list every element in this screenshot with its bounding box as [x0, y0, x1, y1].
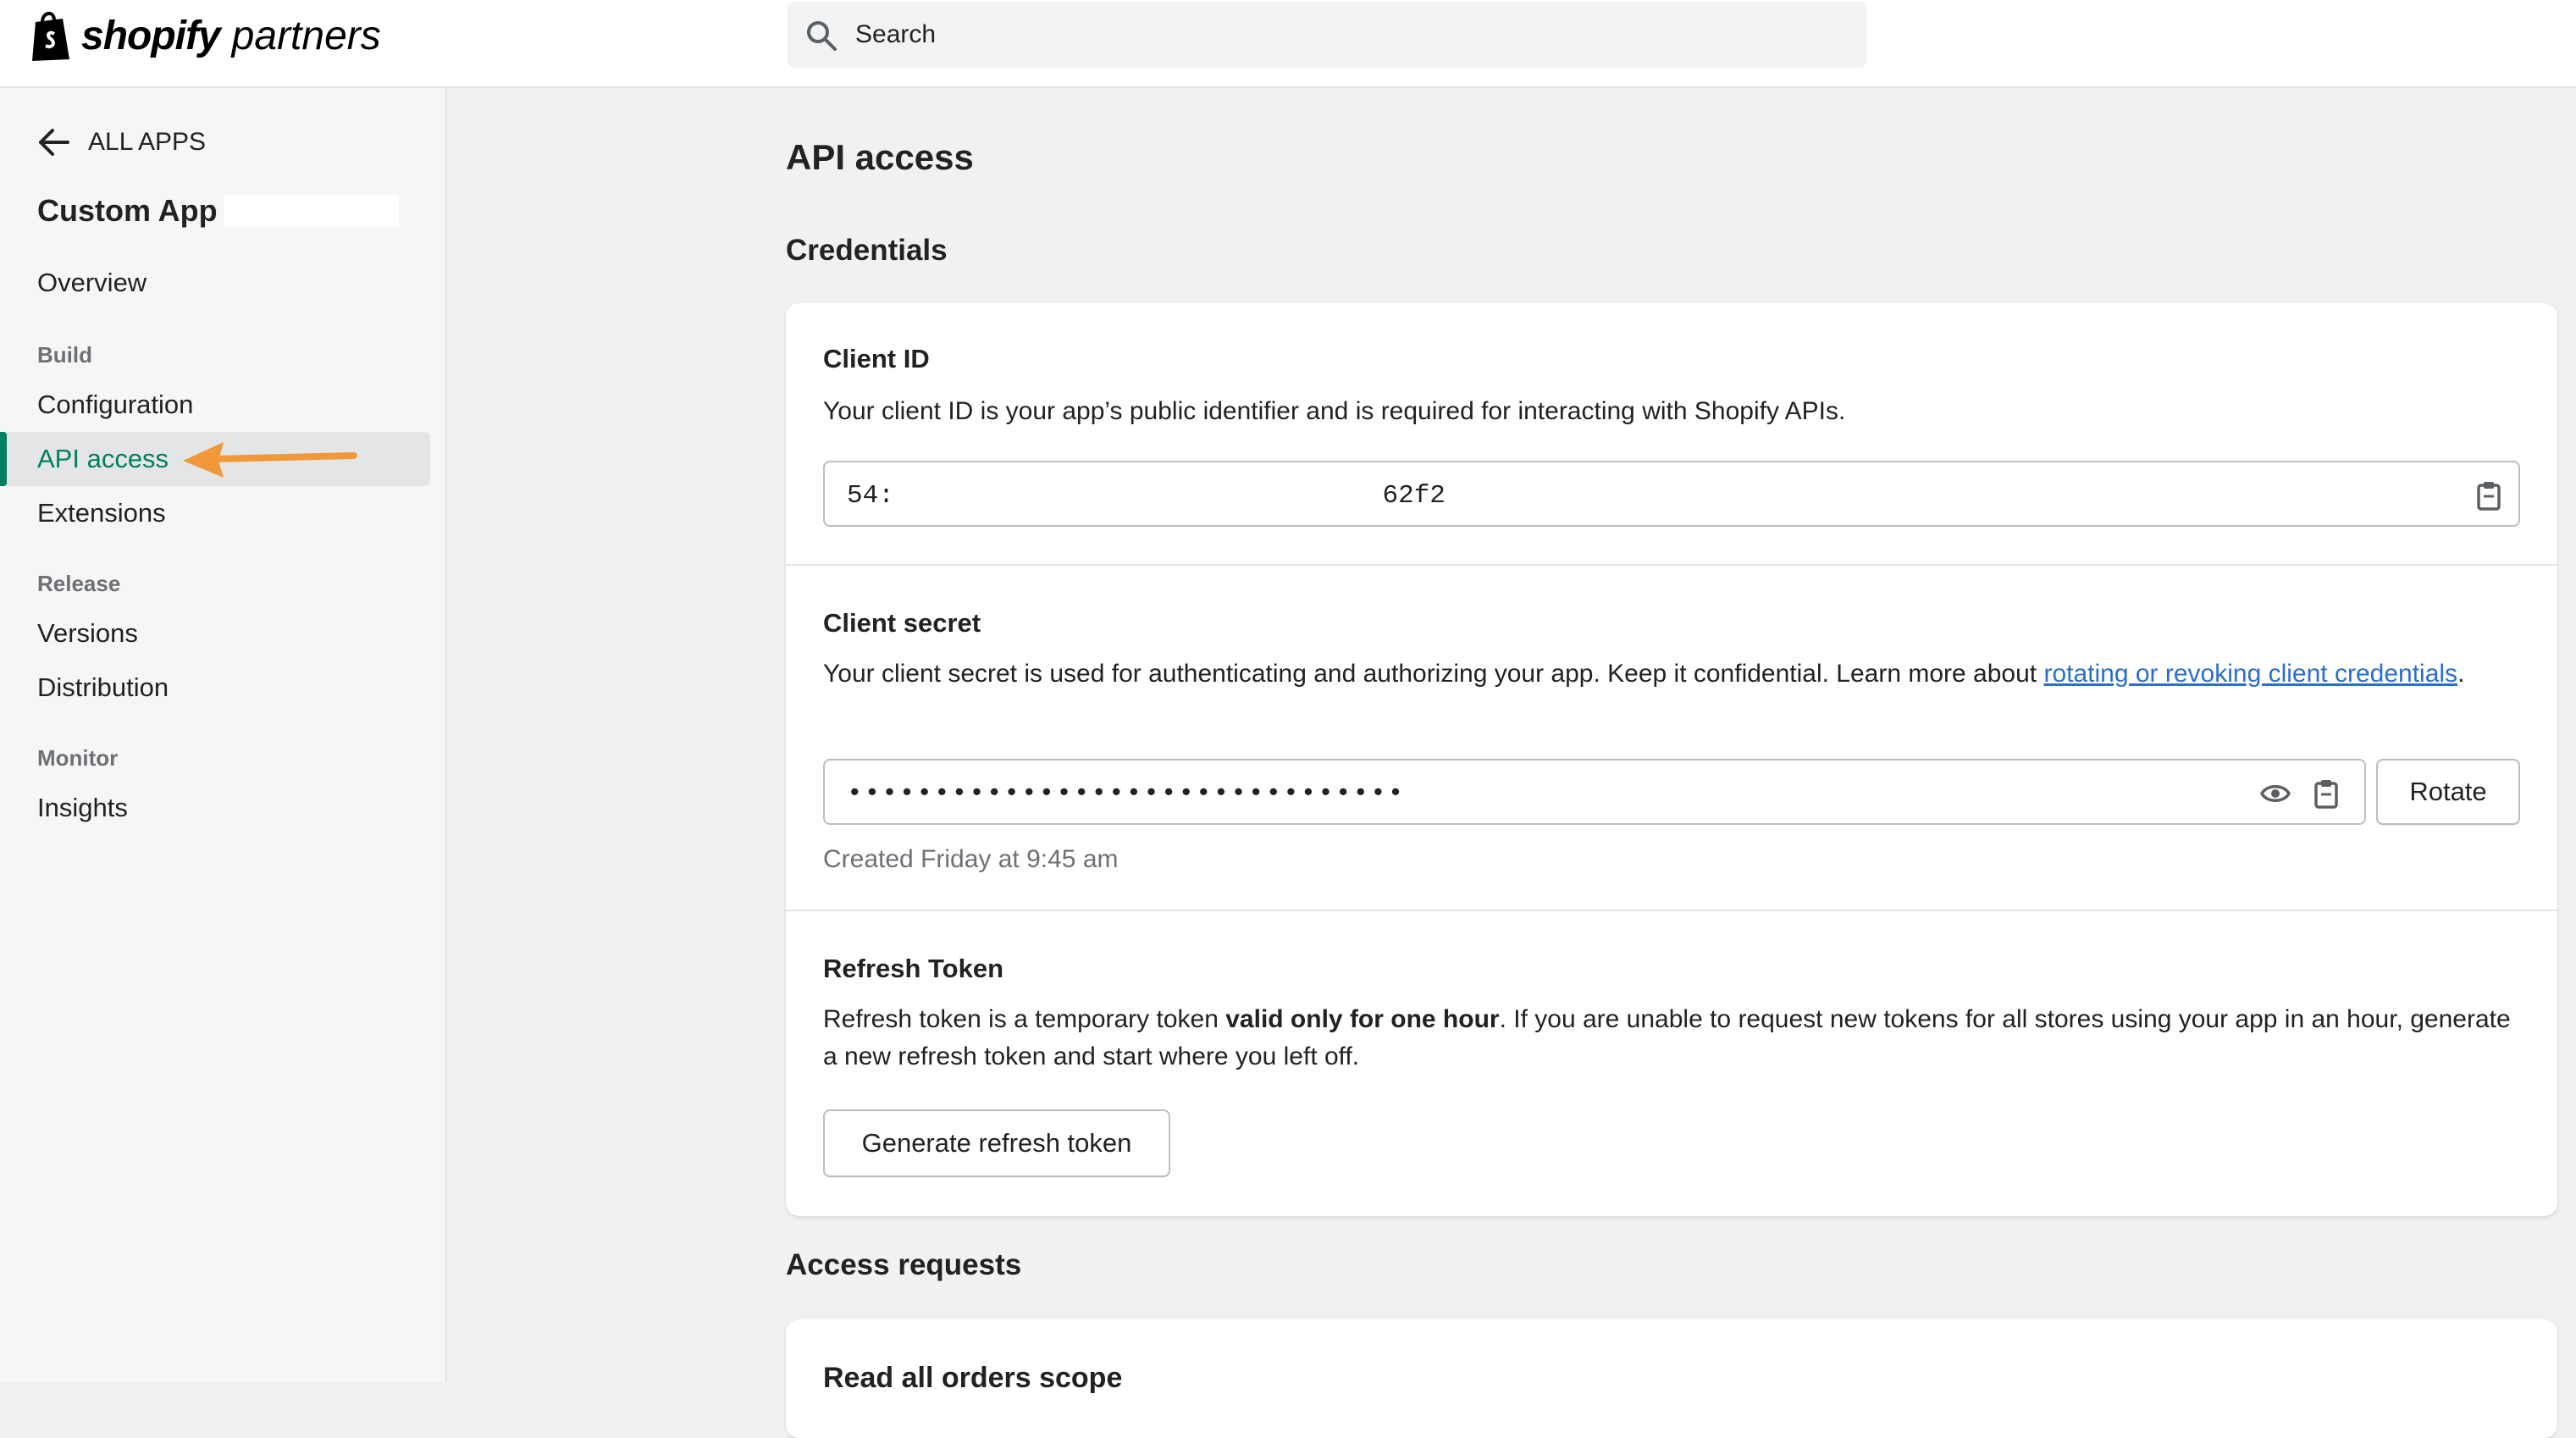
search-input[interactable] — [855, 20, 1787, 49]
credentials-heading: Credentials — [786, 234, 948, 267]
refresh-token-description-text: Refresh token is a temporary token — [823, 1005, 1226, 1033]
sidebar-section-build: Build — [37, 342, 92, 368]
generate-refresh-token-button[interactable]: Generate refresh token — [823, 1109, 1170, 1177]
sidebar-item-configuration[interactable]: Configuration — [37, 390, 193, 420]
logo-text-bold: shopify — [81, 13, 221, 58]
app-name: Custom App — [37, 193, 399, 229]
sidebar-section-release: Release — [37, 571, 121, 596]
client-id-section: Client ID Your client ID is your app’s p… — [786, 303, 2557, 566]
client-id-title: Client ID — [823, 344, 930, 373]
redacted-area — [224, 195, 399, 227]
sidebar: ALL APPS Custom App Overview Build Confi… — [0, 88, 447, 1382]
client-secret-created-time: Created Friday at 9:45 am — [823, 845, 1119, 873]
search-icon — [807, 21, 837, 51]
refresh-token-title: Refresh Token — [823, 954, 1004, 983]
all-apps-label: ALL APPS — [88, 128, 206, 156]
clipboard-icon[interactable] — [2310, 777, 2342, 810]
client-secret-field[interactable]: •••••••••••••••••••••••••••••••• — [823, 759, 2366, 825]
arrow-left-icon — [39, 129, 69, 156]
logo-text-light: partners — [231, 13, 381, 58]
app-name-text: Custom App — [37, 193, 218, 228]
sidebar-item-extensions[interactable]: Extensions — [37, 498, 166, 528]
client-id-field[interactable]: 54: 62f2 — [823, 461, 2520, 527]
access-request-title: Read all orders scope — [823, 1362, 1123, 1394]
client-secret-title: Client secret — [823, 608, 981, 638]
refresh-token-description-bold: valid only for one hour — [1225, 1005, 1500, 1033]
shopify-partners-logo[interactable]: shopify partners — [29, 8, 381, 63]
shopify-bag-icon — [32, 12, 69, 61]
top-bar: shopify partners — [0, 0, 2576, 88]
credentials-card: Client ID Your client ID is your app’s p… — [786, 303, 2557, 1216]
sidebar-item-overview[interactable]: Overview — [37, 268, 146, 298]
rotating-credentials-link[interactable]: rotating or revoking client credentials — [2043, 660, 2457, 688]
client-secret-description-end: . — [2457, 660, 2465, 688]
sidebar-section-monitor: Monitor — [37, 745, 119, 771]
sidebar-item-versions[interactable]: Versions — [37, 618, 138, 649]
client-secret-masked-value: •••••••••••••••••••••••••••••••• — [847, 779, 1406, 809]
refresh-token-section: Refresh Token Refresh token is a tempora… — [786, 911, 2557, 1216]
client-secret-description: Your client secret is used for authentic… — [823, 655, 2500, 693]
eye-icon[interactable] — [2259, 777, 2291, 810]
page-title: API access — [786, 137, 974, 177]
client-secret-description-text: Your client secret is used for authentic… — [823, 660, 2044, 688]
access-requests-heading: Access requests — [786, 1248, 1022, 1281]
sidebar-active-indicator — [0, 432, 7, 486]
clipboard-icon[interactable] — [2473, 479, 2505, 512]
search-bar[interactable] — [788, 2, 1866, 68]
client-id-value: 54: 62f2 — [847, 481, 1446, 511]
refresh-token-description: Refresh token is a temporary token valid… — [823, 1001, 2525, 1076]
client-id-description: Your client ID is your app’s public iden… — [823, 397, 1846, 425]
annotation-arrow-icon — [183, 442, 357, 478]
sidebar-item-api-access[interactable]: API access — [37, 444, 169, 474]
sidebar-item-insights[interactable]: Insights — [37, 793, 128, 823]
all-apps-link[interactable]: ALL APPS — [37, 127, 206, 158]
rotate-button[interactable]: Rotate — [2376, 759, 2520, 825]
access-request-card: Read all orders scope — [786, 1319, 2557, 1438]
client-secret-section: Client secret Your client secret is used… — [786, 566, 2557, 911]
sidebar-item-distribution[interactable]: Distribution — [37, 672, 169, 703]
